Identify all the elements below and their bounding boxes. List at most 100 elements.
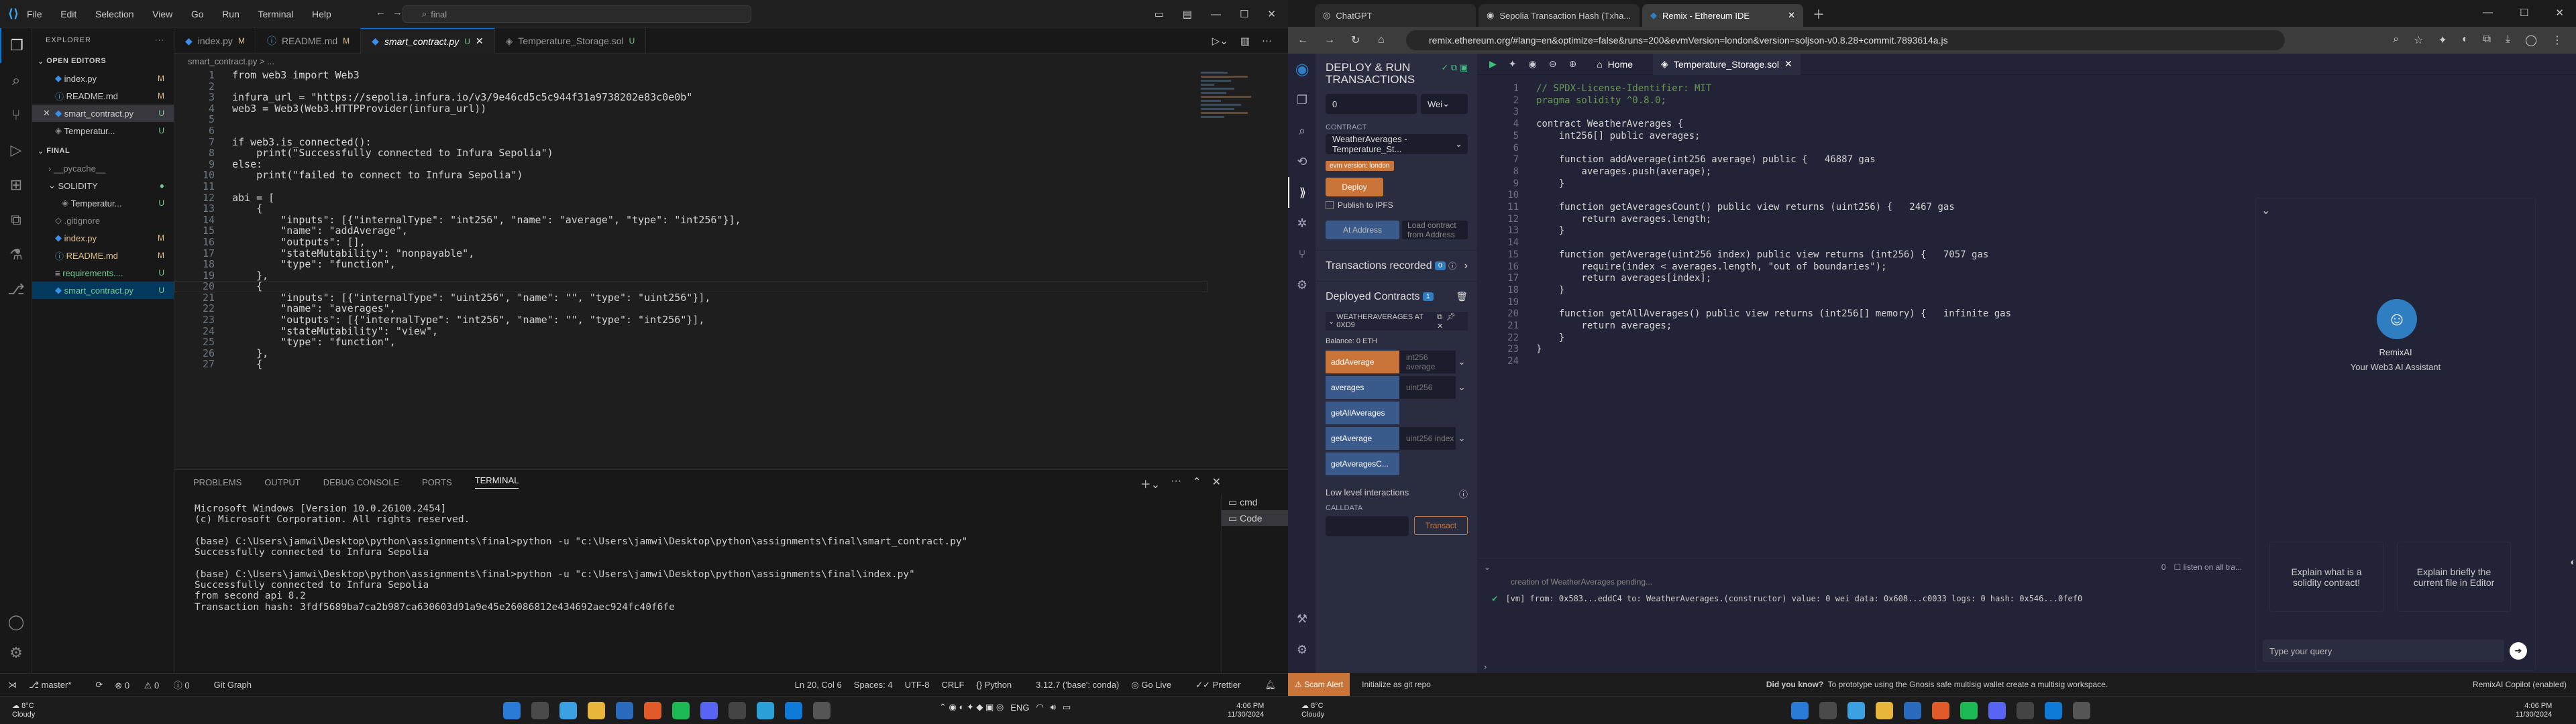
office-icon[interactable] bbox=[644, 702, 661, 719]
menu-help[interactable]: Help bbox=[312, 9, 331, 19]
chevron-down-icon[interactable]: ⌄ bbox=[1456, 433, 1468, 444]
browser-tab-remix[interactable]: ◆ Remix - Ethereum IDE ✕ bbox=[1642, 4, 1803, 27]
panel-icon[interactable]: ▤ bbox=[1183, 8, 1192, 20]
back-arrow-icon[interactable]: ← bbox=[376, 7, 392, 18]
extensions-puzzle-icon[interactable]: ⧉ bbox=[2483, 34, 2491, 47]
tree-item-file[interactable]: ◇ .gitignore bbox=[32, 212, 174, 229]
function-input[interactable]: uint256 bbox=[1399, 376, 1456, 399]
open-editor-item[interactable]: ⓘ README.md M bbox=[32, 87, 174, 105]
menu-edit[interactable]: Edit bbox=[60, 9, 76, 19]
app-icon[interactable] bbox=[2073, 702, 2090, 719]
chevron-down-icon[interactable]: ⌄ bbox=[1456, 382, 1468, 393]
compiler-icon[interactable]: ⟲ bbox=[1288, 146, 1316, 177]
terminal-item-code[interactable]: ▭ Code bbox=[1222, 510, 1288, 526]
store-icon[interactable] bbox=[616, 702, 633, 719]
chevron-down-icon[interactable]: ⌄ bbox=[1456, 357, 1468, 367]
app-icon[interactable] bbox=[813, 702, 830, 719]
breadcrumb[interactable]: smart_contract.py > ... bbox=[188, 56, 274, 66]
extension-icon[interactable]: ✦ bbox=[2438, 34, 2447, 47]
code-text[interactable]: from web3 import Web3 infura_url = "http… bbox=[232, 70, 741, 370]
instance-actions[interactable]: ⧉📌︎✕ bbox=[1437, 312, 1468, 330]
address-bar[interactable]: remix.ethereum.org/#lang=en&optimize=fal… bbox=[1406, 30, 2285, 50]
forward-arrow-icon[interactable]: → bbox=[1324, 34, 1342, 46]
minimize-icon[interactable]: — bbox=[1211, 9, 1221, 20]
more-icon[interactable]: ··· bbox=[1262, 35, 1272, 46]
collapse-chevrons-icon[interactable]: ⌄ bbox=[2261, 204, 2270, 217]
edge-icon[interactable] bbox=[1847, 702, 1865, 719]
search-icon[interactable]: ⌕ bbox=[1288, 115, 1316, 146]
more-icon[interactable]: ··· bbox=[155, 36, 164, 44]
close-icon[interactable]: ✕ bbox=[2555, 7, 2564, 19]
send-arrow-icon[interactable]: ➔ bbox=[2510, 642, 2527, 660]
zoom-in-icon[interactable]: ⊕ bbox=[1568, 58, 1576, 70]
calldata-input[interactable] bbox=[1326, 516, 1409, 536]
open-editor-item[interactable]: ◈ Temperatur... U bbox=[32, 122, 174, 139]
menu-file[interactable]: File bbox=[27, 9, 42, 19]
remote-icon[interactable]: ⧉ bbox=[0, 202, 32, 237]
cursor-position[interactable]: Ln 20, Col 6 bbox=[795, 680, 842, 690]
copilot-status[interactable]: RemixAI Copilot (enabled) bbox=[2473, 680, 2576, 689]
tab-readme[interactable]: ⓘ README.md M bbox=[256, 28, 362, 54]
layout-icon[interactable]: ▭ bbox=[1155, 8, 1164, 20]
remixai-icon[interactable]: ✦ bbox=[1509, 58, 1517, 70]
terminal-output[interactable]: Microsoft Windows [Version 10.0.26100.24… bbox=[195, 503, 1194, 613]
collapse-icon[interactable]: ⌄ bbox=[1484, 562, 1491, 572]
browser-tab-etherscan[interactable]: ◉ Sepolia Transaction Hash (Txha... bbox=[1479, 4, 1640, 27]
search-icon[interactable] bbox=[531, 702, 549, 719]
search-icon[interactable] bbox=[1819, 702, 1837, 719]
interpreter[interactable]: 3.12.7 ('base': conda) bbox=[1036, 680, 1119, 690]
maximize-icon[interactable]: ☐ bbox=[2520, 7, 2528, 19]
close-icon[interactable]: ✕ bbox=[1784, 58, 1792, 70]
bookmark-star-icon[interactable]: ☆ bbox=[2414, 34, 2423, 47]
close-icon[interactable]: ✕ bbox=[1212, 475, 1221, 491]
extensions-icon[interactable]: ⊞ bbox=[0, 168, 32, 202]
function-button[interactable]: averages bbox=[1326, 376, 1399, 399]
indentation[interactable]: Spaces: 4 bbox=[854, 680, 893, 690]
new-terminal-icon[interactable]: ＋⌄ bbox=[1140, 475, 1160, 491]
start-icon[interactable] bbox=[1791, 702, 1809, 719]
function-input[interactable]: uint256 index bbox=[1399, 427, 1456, 450]
tab-output[interactable]: OUTPUT bbox=[264, 477, 300, 487]
contract-instance[interactable]: ⌄ WEATHERAVERAGES AT 0XD9 ⧉📌︎✕ bbox=[1326, 312, 1468, 330]
store-icon[interactable] bbox=[1904, 702, 1921, 719]
code-editor[interactable]: 1 2 3 4 5 6 7 8 9 10 11 12 13 14 15 16 17 18 19 20 21 22 23 24 2… bbox=[174, 70, 1208, 469]
search-icon[interactable]: ⌕ bbox=[0, 63, 32, 98]
git-graph-icon[interactable]: ⎇ bbox=[0, 272, 32, 307]
open-editor-item[interactable]: ◆ index.py M bbox=[32, 70, 174, 87]
office-icon[interactable] bbox=[1932, 702, 1949, 719]
settings-gear-icon[interactable]: ⚙ bbox=[0, 636, 32, 670]
tree-item-file[interactable]: ≡ requirements.... U bbox=[32, 264, 174, 282]
git-icon[interactable]: ⑂ bbox=[1288, 239, 1316, 269]
settings-gear-icon[interactable]: ⚙ bbox=[1288, 634, 1316, 665]
battery-icon[interactable]: ▭ bbox=[1063, 702, 1071, 713]
split-editor-icon[interactable]: ▥ bbox=[1240, 35, 1250, 47]
wifi-icon[interactable]: ◠ bbox=[1036, 702, 1043, 713]
close-icon[interactable]: ✕ bbox=[1267, 8, 1276, 20]
init-git-button[interactable]: Initialize as git repo bbox=[1362, 680, 1431, 689]
close-icon[interactable]: ✕ bbox=[1788, 10, 1795, 21]
language-mode[interactable]: {} Python bbox=[976, 680, 1024, 690]
remix-logo-icon[interactable]: ◉ bbox=[1288, 54, 1316, 84]
transact-button[interactable]: Transact bbox=[1414, 516, 1468, 535]
at-address-button[interactable]: At Address bbox=[1326, 221, 1399, 239]
home-icon[interactable]: ⌂ bbox=[1378, 34, 1395, 46]
browser-tab-chatgpt[interactable]: ◎ ChatGPT bbox=[1315, 4, 1476, 27]
profile-icon[interactable]: ◯ bbox=[2525, 34, 2537, 47]
vscode-icon[interactable] bbox=[785, 702, 802, 719]
publish-ipfs-option[interactable]: Publish to IPFS bbox=[1326, 200, 1468, 210]
tree-item-file[interactable]: ◈ Temperatur... U bbox=[32, 194, 174, 212]
weather-widget[interactable]: ☁︎ 8°C Cloudy bbox=[12, 702, 35, 719]
zoom-out-icon[interactable]: ⊖ bbox=[1549, 58, 1557, 70]
open-editor-item-active[interactable]: ✕ ◆ smart_contract.py U bbox=[32, 105, 174, 122]
terminal-item-cmd[interactable]: ▭ cmd bbox=[1222, 494, 1288, 510]
function-button[interactable]: getAverage bbox=[1326, 427, 1399, 450]
tree-item-file[interactable]: ◆ index.py M bbox=[32, 229, 174, 247]
command-search[interactable]: ⌕ final bbox=[402, 5, 751, 23]
listen-checkbox[interactable]: ☐ listen on all tra... bbox=[2174, 562, 2242, 572]
discord-icon[interactable] bbox=[1988, 702, 2006, 719]
menu-run[interactable]: Run bbox=[222, 9, 239, 19]
deploy-button[interactable]: Deploy bbox=[1326, 178, 1383, 196]
open-editors-section[interactable]: ⌄ OPEN EDITORS bbox=[32, 52, 174, 70]
minimap[interactable] bbox=[1201, 70, 1268, 150]
testing-icon[interactable]: ⚗ bbox=[0, 237, 32, 272]
